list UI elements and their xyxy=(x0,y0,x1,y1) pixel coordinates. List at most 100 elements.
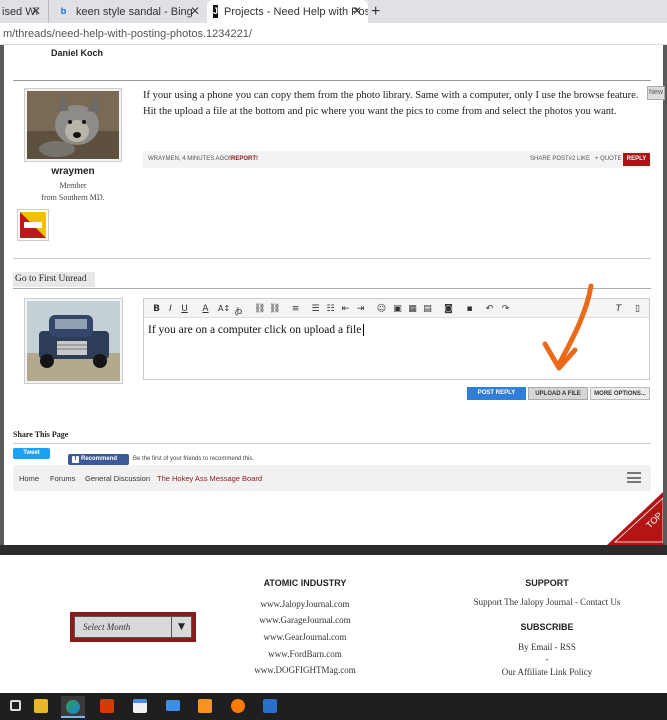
breadcrumb-home[interactable]: Home xyxy=(19,474,39,483)
like-link[interactable]: LIKE xyxy=(577,156,590,162)
tweet-label: Tweet xyxy=(23,450,40,456)
tab-2[interactable]: b keen style sandal - Bing ✕ xyxy=(48,0,206,23)
redo-icon[interactable]: ↷ xyxy=(500,304,511,314)
divider xyxy=(13,443,651,444)
footer-dash: - xyxy=(545,654,549,664)
numbered-list-icon[interactable]: ☷ xyxy=(325,304,336,314)
username[interactable]: wraymen xyxy=(24,166,122,177)
menu-icon[interactable] xyxy=(627,472,641,483)
source-toggle-icon[interactable]: ▯ xyxy=(632,304,643,314)
footer-col1-heading: ATOMIC INDUSTRY xyxy=(263,578,347,588)
new-badge: New xyxy=(647,86,665,100)
current-user-avatar xyxy=(24,298,123,384)
photos-icon[interactable] xyxy=(263,699,277,713)
orange-arrow-annotation xyxy=(542,283,594,371)
post-reply-button[interactable]: POST REPLY xyxy=(467,387,526,400)
more-options-button[interactable]: MORE OPTIONS... xyxy=(590,387,650,400)
close-icon[interactable]: ✕ xyxy=(352,4,362,18)
store-icon[interactable] xyxy=(133,699,147,713)
footer-link-jalopy[interactable]: www.JalopyJournal.com xyxy=(230,599,380,609)
footer-link-dogfight[interactable]: www.DOGFIGHTMag.com xyxy=(230,665,380,675)
office-icon[interactable] xyxy=(100,699,114,713)
tab-1[interactable]: ised Wi ✕ xyxy=(0,0,47,23)
footer-subscribe-heading: SUBSCRIBE xyxy=(520,622,574,632)
underline-icon[interactable]: U xyxy=(179,304,190,314)
tweet-button[interactable]: Tweet xyxy=(13,448,50,459)
recommend-label: Recommend xyxy=(81,456,118,462)
dog-avatar-image xyxy=(27,91,119,159)
align-icon[interactable]: ≡ xyxy=(290,304,301,314)
smilie-icon[interactable]: ☺ xyxy=(376,304,387,314)
editor-text: If you are on a computer click on upload… xyxy=(148,324,362,336)
search-icon[interactable] xyxy=(10,700,21,711)
new-tab-button[interactable]: + xyxy=(371,0,391,23)
share-post-link[interactable]: SHARE POST#2 xyxy=(530,156,575,162)
reply-button[interactable]: REPLY xyxy=(623,153,650,166)
chevron-down-icon: ▼ xyxy=(171,617,191,637)
quote-link[interactable]: + QUOTE xyxy=(595,156,622,162)
jalopy-icon: J xyxy=(213,5,219,18)
footer-link-garage[interactable]: www.GarageJournal.com xyxy=(230,615,380,625)
tab-3-active[interactable]: J Projects - Need Help with Postin ✕ xyxy=(207,0,368,23)
undo-icon[interactable]: ↶ xyxy=(484,304,495,314)
file-explorer-icon[interactable] xyxy=(34,699,48,713)
tab-3-label: Projects - Need Help with Postin xyxy=(224,5,368,18)
edge-icon[interactable] xyxy=(61,696,85,718)
footer-support-links[interactable]: Support The Jalopy Journal - Contact Us xyxy=(447,597,647,607)
recommend-text: Be the first of your friends to recommen… xyxy=(133,456,255,462)
prev-post-author[interactable]: Daniel Koch xyxy=(51,48,103,58)
remove-format-icon[interactable]: T xyxy=(613,304,624,314)
divider xyxy=(13,80,651,81)
mail-icon[interactable] xyxy=(166,700,180,711)
breadcrumb-current[interactable]: The Hokey Ass Message Board xyxy=(157,474,262,483)
post-meta[interactable]: WRAYMEN, 4 MINUTES AGO xyxy=(148,156,229,162)
close-icon[interactable]: ✕ xyxy=(31,4,41,18)
archive-select[interactable]: Select Month ▼ xyxy=(70,612,196,642)
recommend-button[interactable]: f Recommend xyxy=(68,454,129,465)
share-heading: Share This Page xyxy=(13,430,69,439)
browser-tab-bar: ised Wi ✕ b keen style sandal - Bing ✕ J… xyxy=(0,0,667,23)
badge-icon xyxy=(17,209,49,241)
image-icon[interactable]: ▣ xyxy=(392,304,403,314)
address-bar[interactable]: m/threads/need-help-with-posting-photos.… xyxy=(0,23,667,45)
font-family-icon[interactable]: ꞗ xyxy=(233,304,244,317)
footer-top-band xyxy=(0,545,667,555)
close-icon[interactable]: ✕ xyxy=(190,4,200,18)
save-draft-icon[interactable]: ▪ xyxy=(464,304,475,314)
bold-icon[interactable]: B xyxy=(151,304,162,314)
back-to-top-button[interactable]: TOP xyxy=(607,492,663,545)
user-role: Member xyxy=(59,181,87,190)
facebook-icon: f xyxy=(72,456,79,463)
avast-icon[interactable] xyxy=(231,699,245,713)
link-icon[interactable]: ⛓ xyxy=(254,304,265,314)
italic-icon[interactable]: I xyxy=(165,304,176,314)
upload-file-button[interactable]: UPLOAD A FILE xyxy=(528,387,588,400)
footer-subscribe-links[interactable]: By Email - RSS xyxy=(487,642,607,652)
divider xyxy=(13,258,651,259)
tab-2-label: keen style sandal - Bing xyxy=(76,5,193,18)
avatar[interactable] xyxy=(24,88,122,162)
truck-avatar-image xyxy=(27,301,120,381)
page-right-border xyxy=(663,45,667,545)
indent-icon[interactable]: ⇥ xyxy=(355,304,366,314)
footer-link-gear[interactable]: www.GearJournal.com xyxy=(230,632,380,642)
insert-icon[interactable]: ▤ xyxy=(422,304,433,314)
report-link[interactable]: !REPORT! xyxy=(229,156,258,162)
breadcrumb-general[interactable]: General Discussion xyxy=(85,474,150,483)
bullet-list-icon[interactable]: ☰ xyxy=(310,304,321,314)
select-month-label: Select Month xyxy=(83,622,131,632)
breadcrumb-forums[interactable]: Forums xyxy=(50,474,75,483)
go-to-first-unread-button[interactable]: Go to First Unread xyxy=(13,272,95,287)
footer-affiliate-link[interactable]: Our Affiliate Link Policy xyxy=(467,667,627,677)
font-color-icon[interactable]: A xyxy=(200,304,211,314)
footer-link-fordbarn[interactable]: www.FordBarn.com xyxy=(230,649,380,659)
outdent-icon[interactable]: ⇤ xyxy=(340,304,351,314)
plus-icon: + xyxy=(371,2,381,20)
font-size-icon[interactable]: A↕ xyxy=(218,304,230,313)
media-icon[interactable]: ▦ xyxy=(407,304,418,314)
unlink-icon[interactable]: ⛓ xyxy=(269,304,280,314)
url-text: m/threads/need-help-with-posting-photos.… xyxy=(3,28,252,40)
camera-icon[interactable]: ◙ xyxy=(443,304,454,314)
footer-support-heading: SUPPORT xyxy=(525,578,569,588)
app-icon[interactable] xyxy=(198,699,212,713)
